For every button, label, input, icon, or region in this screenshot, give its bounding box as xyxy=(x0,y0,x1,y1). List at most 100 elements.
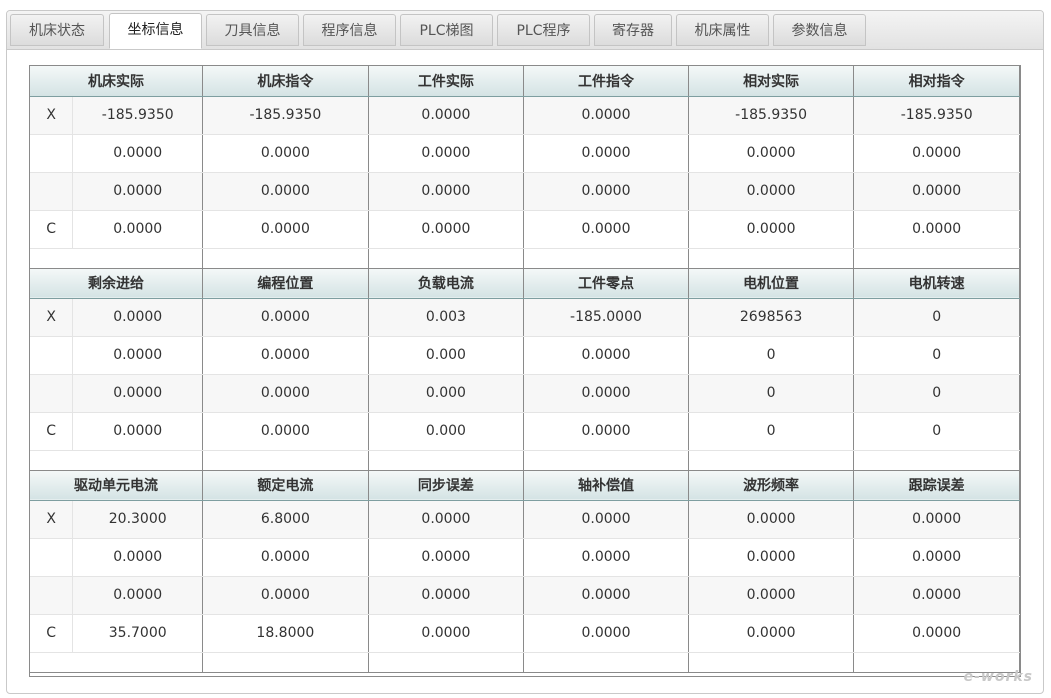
watermark-logo: e-works xyxy=(963,669,1033,685)
value-cell: 0.0000 xyxy=(853,172,1020,211)
value-cell: 0 xyxy=(853,298,1020,337)
table-row: C 35.7000 18.8000 0.0000 0.0000 0.0000 0.0000 xyxy=(30,614,1020,653)
value-cell: 0.0000 xyxy=(202,538,369,577)
column-header: 编程位置 xyxy=(202,268,369,299)
value-cell: -185.9350 xyxy=(688,96,855,135)
section-spacer xyxy=(30,248,1020,269)
value-cell: 0.0000 xyxy=(523,172,689,211)
value-cell: 0.0000 xyxy=(688,576,855,615)
value-cell: -185.9350 xyxy=(72,96,204,135)
tab-plc-ladder[interactable]: PLC梯图 xyxy=(400,14,493,46)
column-header: 相对指令 xyxy=(853,66,1020,97)
section-spacer xyxy=(30,652,1020,673)
tab-plc-program[interactable]: PLC程序 xyxy=(497,14,590,46)
column-header: 工件指令 xyxy=(523,66,689,97)
value-cell: 0.0000 xyxy=(72,298,204,337)
value-cell: 0.0000 xyxy=(523,538,689,577)
value-cell: -185.0000 xyxy=(523,298,689,337)
tab-machine-status[interactable]: 机床状态 xyxy=(10,14,104,46)
value-cell: 35.7000 xyxy=(72,614,204,653)
table-row: 0.0000 0.0000 0.0000 0.0000 0.0000 0.0000 xyxy=(30,538,1020,577)
value-cell: 0.0000 xyxy=(368,538,525,577)
value-cell: 0.0000 xyxy=(853,500,1020,539)
value-cell: 0.0000 xyxy=(853,614,1020,653)
column-header: 工件实际 xyxy=(368,66,525,97)
tab-registers[interactable]: 寄存器 xyxy=(594,14,672,46)
tab-tool-info[interactable]: 刀具信息 xyxy=(206,14,299,46)
value-cell: 0.0000 xyxy=(523,96,689,135)
value-cell: 0.0000 xyxy=(202,336,369,375)
tab-machine-properties[interactable]: 机床属性 xyxy=(676,14,769,46)
tab-program-info[interactable]: 程序信息 xyxy=(303,14,396,46)
value-cell: 0.0000 xyxy=(523,412,689,451)
value-cell: 0.0000 xyxy=(368,614,525,653)
value-cell: 0.000 xyxy=(368,374,525,413)
table-row: C 0.0000 0.0000 0.000 0.0000 0 0 xyxy=(30,412,1020,451)
value-cell: 0.0000 xyxy=(202,298,369,337)
value-cell: 0 xyxy=(688,374,855,413)
value-cell: 0.0000 xyxy=(202,576,369,615)
axis-label xyxy=(30,336,74,375)
value-cell: 0.000 xyxy=(368,412,525,451)
value-cell: 0.0000 xyxy=(72,576,204,615)
axis-label: X xyxy=(30,500,74,539)
column-header: 负载电流 xyxy=(368,268,525,299)
value-cell: 0.0000 xyxy=(853,134,1020,173)
table-row: 0.0000 0.0000 0.000 0.0000 0 0 xyxy=(30,336,1020,375)
value-cell: 18.8000 xyxy=(202,614,369,653)
value-cell: 0.0000 xyxy=(523,500,689,539)
value-cell: -185.9350 xyxy=(202,96,369,135)
coordinate-table: 机床实际 机床指令 工件实际 工件指令 相对实际 相对指令 X -185.9350 -185.9… xyxy=(30,66,1020,673)
axis-label: X xyxy=(30,298,74,337)
value-cell: 0.0000 xyxy=(688,500,855,539)
value-cell: 0.0000 xyxy=(523,576,689,615)
value-cell: 0.0000 xyxy=(523,614,689,653)
axis-label: C xyxy=(30,210,74,249)
coordinate-info-panel: 机床状态 坐标信息 刀具信息 程序信息 PLC梯图 PLC程序 寄存器 机床属性… xyxy=(6,10,1044,694)
value-cell: 0 xyxy=(853,374,1020,413)
axis-label xyxy=(30,538,74,577)
axis-label: X xyxy=(30,96,74,135)
axis-label xyxy=(30,172,74,211)
table-row: X -185.9350 -185.9350 0.0000 0.0000 -185.9350… xyxy=(30,96,1020,135)
value-cell: 6.8000 xyxy=(202,500,369,539)
tab-bar: 机床状态 坐标信息 刀具信息 程序信息 PLC梯图 PLC程序 寄存器 机床属性… xyxy=(7,11,1043,50)
value-cell: 0.0000 xyxy=(368,134,525,173)
value-cell: 0.0000 xyxy=(688,172,855,211)
axis-label xyxy=(30,576,74,615)
value-cell: 0.0000 xyxy=(368,500,525,539)
table-row: 0.0000 0.0000 0.0000 0.0000 0.0000 0.0000 xyxy=(30,134,1020,173)
section-header-row: 驱动单元电流 额定电流 同步误差 轴补偿值 波形频率 跟踪误差 xyxy=(30,470,1020,501)
table-row: 0.0000 0.0000 0.0000 0.0000 0.0000 0.0000 xyxy=(30,172,1020,211)
value-cell: 0.0000 xyxy=(523,336,689,375)
tab-parameter-info[interactable]: 参数信息 xyxy=(773,14,866,46)
value-cell: 0.0000 xyxy=(202,172,369,211)
section-spacer xyxy=(30,450,1020,471)
value-cell: 0.0000 xyxy=(853,210,1020,249)
value-cell: 0.0000 xyxy=(72,336,204,375)
value-cell: 0 xyxy=(688,412,855,451)
value-cell: 0 xyxy=(853,336,1020,375)
value-cell: 0.0000 xyxy=(523,374,689,413)
value-cell: 0.000 xyxy=(368,336,525,375)
value-cell: 0.0000 xyxy=(368,210,525,249)
table-row: 0.0000 0.0000 0.0000 0.0000 0.0000 0.0000 xyxy=(30,576,1020,615)
value-cell: 0.0000 xyxy=(202,134,369,173)
axis-label: C xyxy=(30,412,74,451)
column-header: 同步误差 xyxy=(368,470,525,501)
value-cell: 0.0000 xyxy=(72,538,204,577)
column-header: 机床指令 xyxy=(202,66,369,97)
value-cell: 0.0000 xyxy=(688,538,855,577)
section-header-row: 剩余进给 编程位置 负载电流 工件零点 电机位置 电机转速 xyxy=(30,268,1020,299)
tab-coordinate-info[interactable]: 坐标信息 xyxy=(109,13,202,49)
value-cell: 2698563 xyxy=(688,298,855,337)
table-row: X 0.0000 0.0000 0.003 -185.0000 2698563 0 xyxy=(30,298,1020,337)
value-cell: 0.0000 xyxy=(72,134,204,173)
column-header: 剩余进给 xyxy=(30,268,204,299)
column-header: 驱动单元电流 xyxy=(30,470,204,501)
column-header: 轴补偿值 xyxy=(523,470,689,501)
value-cell: 0 xyxy=(853,412,1020,451)
coordinate-table-area: 机床实际 机床指令 工件实际 工件指令 相对实际 相对指令 X -185.9350 -185.9… xyxy=(29,65,1021,677)
value-cell: 0.0000 xyxy=(853,576,1020,615)
column-header: 额定电流 xyxy=(202,470,369,501)
